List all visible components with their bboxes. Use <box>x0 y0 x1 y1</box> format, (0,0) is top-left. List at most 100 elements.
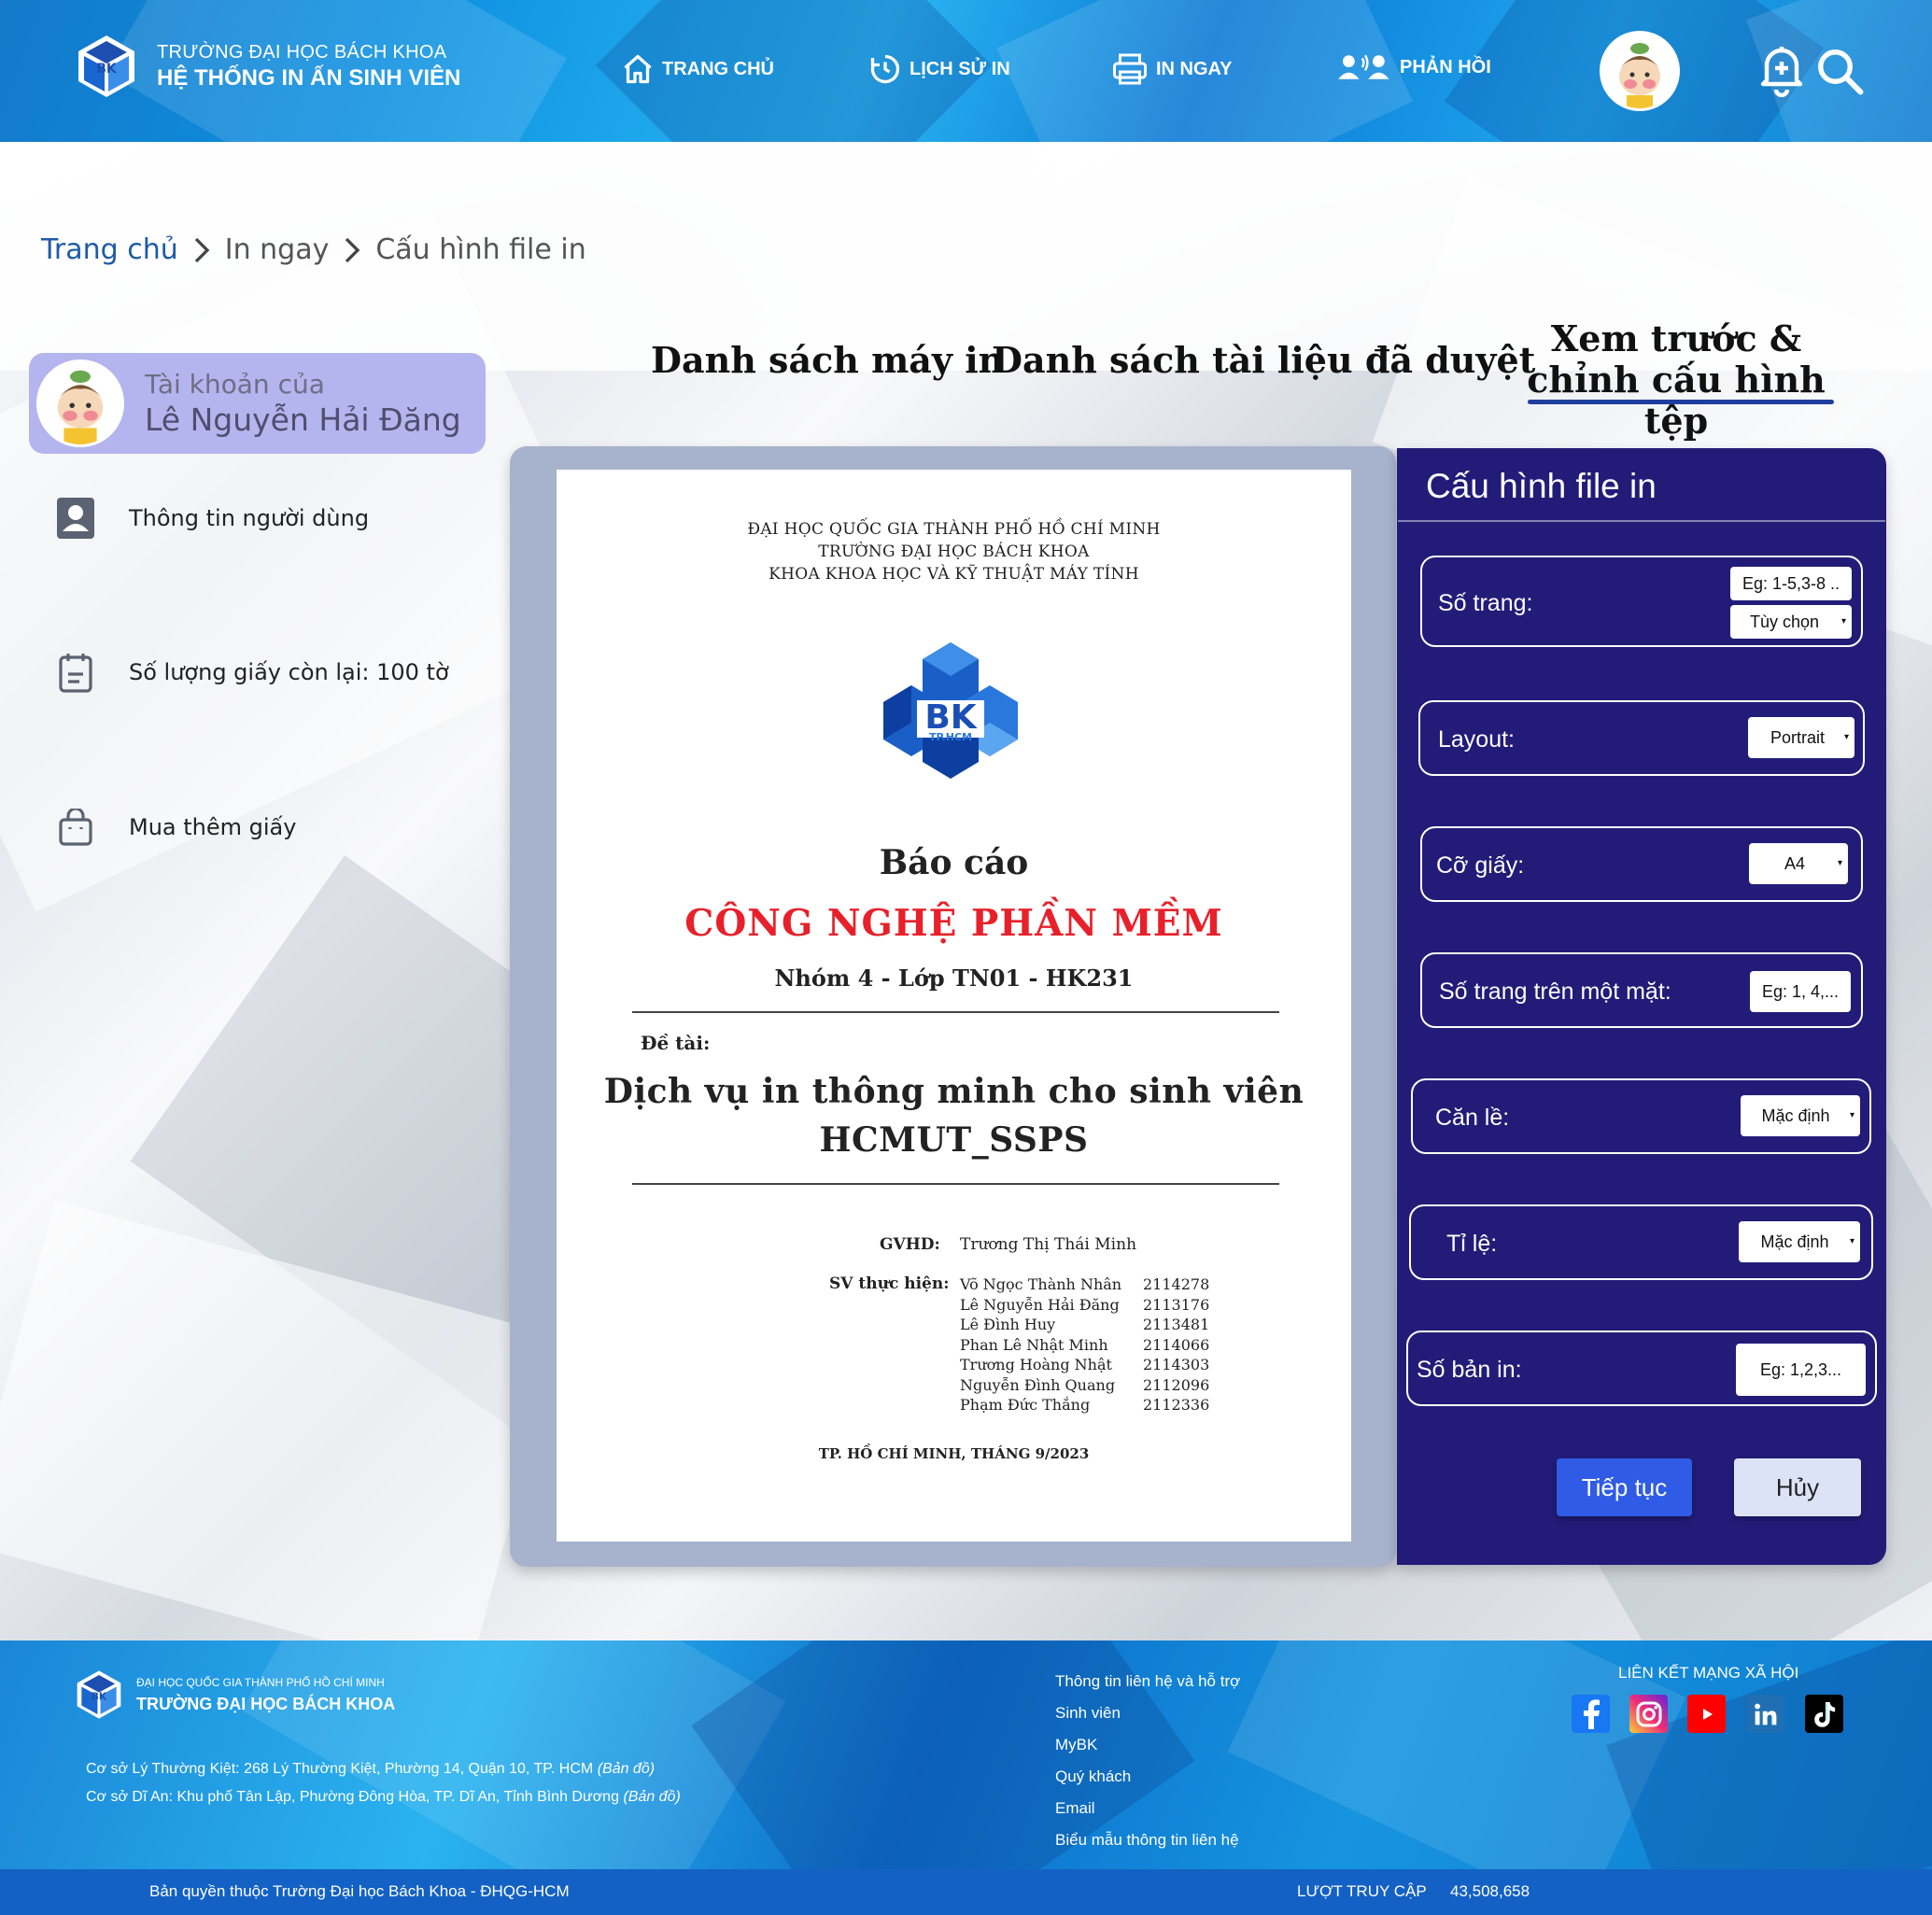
nav-history[interactable]: LỊCH SỬ IN <box>868 52 1010 86</box>
continue-button[interactable]: Tiếp tục <box>1557 1458 1692 1516</box>
user-avatar[interactable] <box>1600 31 1680 111</box>
layout-label: Layout: <box>1438 726 1516 753</box>
user-card-icon <box>57 498 94 539</box>
nav-history-label: LỊCH SỬ IN <box>910 58 1010 79</box>
paper-size-select[interactable]: A4 ▾ <box>1749 843 1848 884</box>
footer-link[interactable]: MyBK <box>1055 1729 1240 1761</box>
tab-approved-documents[interactable]: Danh sách tài liệu đã duyệt <box>992 340 1535 381</box>
instagram-link[interactable] <box>1629 1695 1668 1733</box>
doc-header-line: TRƯỜNG ĐẠI HỌC BÁCH KHOA <box>818 542 1090 561</box>
pages-label: Số trang: <box>1438 590 1533 616</box>
breadcrumb-print-now[interactable]: In ngay <box>225 233 330 266</box>
breadcrumb-current: Cấu hình file in <box>375 233 586 266</box>
sidebar-item-paper-balance[interactable]: Số lượng giấy còn lại: 100 tờ <box>52 652 449 693</box>
youtube-link[interactable] <box>1687 1695 1726 1733</box>
home-icon <box>624 54 652 84</box>
svg-text:TP.HCM: TP.HCM <box>929 731 972 743</box>
scale-select[interactable]: Mặc định ▾ <box>1739 1221 1860 1262</box>
tab-printer-list[interactable]: Danh sách máy in <box>651 340 1004 381</box>
search-button[interactable] <box>1814 46 1865 101</box>
config-title: Cấu hình file in <box>1426 467 1657 505</box>
doc-member-id: 2112336 <box>1143 1396 1210 1414</box>
footer-logo[interactable]: BK ĐẠI HỌC QUỐC GIA THÀNH PHỐ HỒ CHÍ MIN… <box>73 1669 395 1721</box>
map-link[interactable]: (Bản đồ) <box>598 1761 655 1777</box>
doc-member-id: 2113481 <box>1143 1316 1210 1333</box>
doc-member-name: Nguyễn Đình Quang <box>960 1375 1116 1394</box>
pages-per-sheet-input[interactable]: Eg: 1, 4,... <box>1750 971 1851 1012</box>
doc-header-line: KHOA KHOA HỌC VÀ KỸ THUẬT MÁY TÍNH <box>769 565 1139 584</box>
pages-per-sheet-label: Số trang trên một mặt: <box>1439 979 1671 1005</box>
header-logo[interactable]: BK TRƯỜNG ĐẠI HỌC BÁCH KHOA HỆ THỐNG IN … <box>73 34 460 99</box>
svg-text:BK: BK <box>92 1690 107 1702</box>
footer-link[interactable]: Sinh viên <box>1055 1697 1240 1729</box>
system-name: HỆ THỐNG IN ẤN SINH VIÊN <box>157 64 461 91</box>
social-title: LIÊN KẾT MẠNG XÃ HỘI <box>1618 1664 1799 1682</box>
pages-option-value: Tùy chọn <box>1749 612 1820 631</box>
doc-students-label: SV thực hiện: <box>829 1274 950 1293</box>
instagram-icon <box>1636 1701 1661 1726</box>
account-card: Tài khoản của Lê Nguyễn Hải Đăng <box>29 353 486 454</box>
footer-bottom-bar: Bản quyền thuộc Trường Đại học Bách Khoa… <box>0 1869 1932 1915</box>
document-preview-page: ĐẠI HỌC QUỐC GIA THÀNH PHỐ HỒ CHÍ MINH T… <box>557 470 1351 1542</box>
doc-topic: Dịch vụ in thông minh cho sinh viên HCMU… <box>557 1067 1351 1164</box>
address-text: Cơ sở Lý Thường Kiệt: 268 Lý Thường Kiệt… <box>86 1761 594 1777</box>
footer-link[interactable]: Email <box>1055 1793 1240 1824</box>
nav-feedback-label: PHẢN HỒI <box>1400 56 1491 77</box>
scale-label: Tỉ lệ: <box>1446 1231 1498 1257</box>
footer-link[interactable]: Quý khách <box>1055 1761 1240 1793</box>
facebook-link[interactable] <box>1572 1695 1610 1733</box>
nav-feedback[interactable]: PHẢN HỒI <box>1338 52 1491 82</box>
calendar-icon <box>59 654 92 693</box>
cancel-button[interactable]: Hủy <box>1734 1458 1861 1516</box>
account-name: Lê Nguyễn Hải Đăng <box>145 401 461 438</box>
doc-report-label: Báo cáo <box>879 843 1029 882</box>
linkedin-icon <box>1754 1703 1776 1725</box>
doc-divider <box>632 1011 1279 1013</box>
paper-size-label: Cỡ giấy: <box>1436 852 1525 879</box>
history-icon <box>870 54 900 84</box>
footer-link[interactable]: Biểu mẫu thông tin liên hệ <box>1055 1824 1240 1856</box>
layout-select[interactable]: Portrait ▾ <box>1748 717 1854 758</box>
chevron-right-icon <box>194 237 210 262</box>
linkedin-link[interactable] <box>1746 1695 1784 1733</box>
footer-link[interactable]: Thông tin liên hệ và hỗ trợ <box>1055 1666 1240 1697</box>
tab-preview-config[interactable]: Xem trước & chỉnh cấu hình tệp <box>1494 318 1858 442</box>
bk-logo-icon: BK TP.HCM <box>883 642 1018 779</box>
chevron-down-icon: ▾ <box>1849 1110 1854 1120</box>
footer-school: TRƯỜNG ĐẠI HỌC BÁCH KHOA <box>136 1694 396 1713</box>
tab-preview-line1: Xem trước & <box>1550 317 1802 359</box>
breadcrumb-home[interactable]: Trang chủ <box>41 233 178 266</box>
doc-member-id: 2114278 <box>1143 1275 1210 1293</box>
pages-option-select[interactable]: Tùy chọn ▾ <box>1730 605 1852 639</box>
margin-value: Mặc định <box>1761 1105 1830 1125</box>
doc-member-name: Phan Lê Nhật Minh <box>960 1335 1108 1354</box>
sidebar-item-label: Thông tin người dùng <box>129 505 370 531</box>
margin-select[interactable]: Mặc định ▾ <box>1741 1095 1860 1136</box>
chevron-down-icon: ▾ <box>1849 1236 1854 1246</box>
sidebar-item-user-info[interactable]: Thông tin người dùng <box>52 498 369 539</box>
config-divider <box>1398 520 1885 522</box>
footer-address-1: Cơ sở Lý Thường Kiệt: 268 Lý Thường Kiệt… <box>86 1761 655 1778</box>
notification-bell-button[interactable] <box>1757 43 1806 102</box>
doc-topic-line: Dịch vụ in thông minh cho sinh viên <box>603 1072 1304 1111</box>
svg-text:BK: BK <box>96 62 118 77</box>
doc-member-name: Phạm Đức Thắng <box>960 1396 1091 1414</box>
bk-logo-icon: BK <box>77 1670 121 1719</box>
account-label: Tài khoản của <box>145 369 325 400</box>
visit-counter-value: 43,508,658 <box>1450 1882 1530 1900</box>
copies-input[interactable]: Eg: 1,2,3... <box>1736 1344 1866 1396</box>
pages-range-placeholder: Eg: 1-5,3-8 .. <box>1742 573 1840 593</box>
tiktok-link[interactable] <box>1805 1695 1843 1733</box>
search-icon <box>1818 49 1864 95</box>
pages-range-input[interactable]: Eg: 1-5,3-8 .. <box>1730 567 1852 600</box>
nav-print-now[interactable]: IN NGAY <box>1111 52 1233 86</box>
sidebar-item-buy-paper[interactable]: Mua thêm giấy <box>52 809 296 846</box>
copies-label: Số bản in: <box>1417 1357 1522 1383</box>
doc-topic-label: Đề tài: <box>641 1032 711 1054</box>
shopping-bag-icon <box>59 809 92 846</box>
map-link[interactable]: (Bản đồ) <box>623 1789 680 1805</box>
visit-counter-label: LƯỢT TRUY CẬP <box>1297 1882 1427 1900</box>
address-text: Cơ sở Dĩ An: Khu phố Tân Lập, Phường Đôn… <box>86 1789 619 1805</box>
nav-home[interactable]: TRANG CHỦ <box>621 52 774 86</box>
margin-label: Căn lề: <box>1435 1105 1510 1131</box>
